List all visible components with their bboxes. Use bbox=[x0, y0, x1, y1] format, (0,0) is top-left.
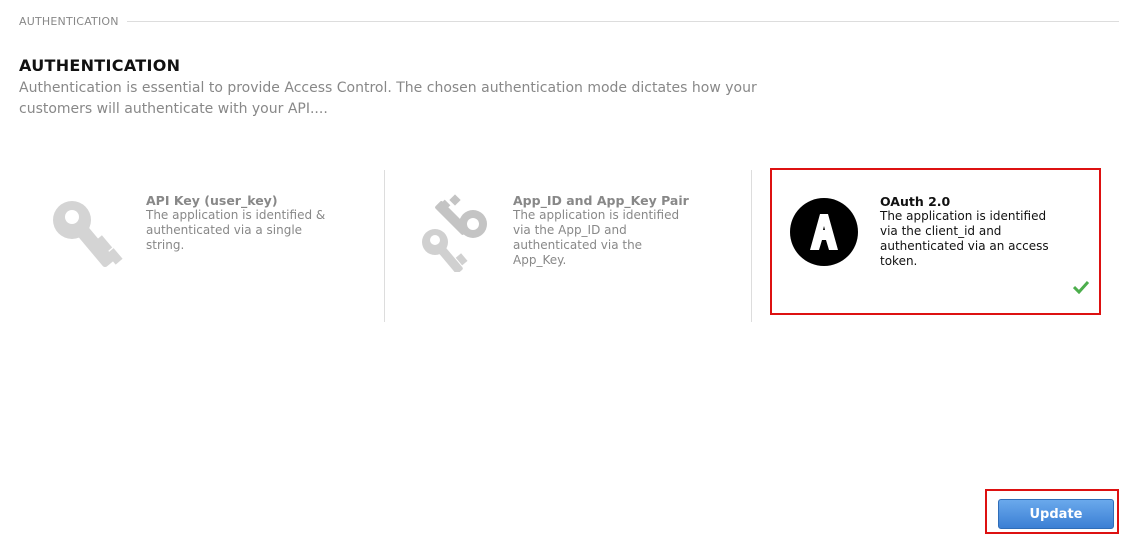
auth-option-app-id-key-pair[interactable]: App_ID and App_Key Pair The application … bbox=[384, 170, 752, 322]
option-text: API Key (user_key) The application is id… bbox=[146, 193, 326, 253]
option-title: API Key (user_key) bbox=[146, 193, 278, 208]
authentication-page: AUTHENTICATION AUTHENTICATION Authentica… bbox=[0, 0, 1131, 544]
auth-option-api-key[interactable]: API Key (user_key) The application is id… bbox=[18, 170, 384, 322]
key-pair-icon bbox=[417, 192, 497, 274]
update-service-button[interactable]: Update Service bbox=[998, 499, 1114, 544]
option-description: The application is identified via the Ap… bbox=[513, 208, 680, 267]
option-text: App_ID and App_Key Pair The application … bbox=[513, 193, 693, 268]
section-title: AUTHENTICATION bbox=[19, 56, 181, 75]
fieldset-legend-row: AUTHENTICATION bbox=[19, 14, 1119, 30]
checkmark-icon bbox=[1072, 279, 1090, 295]
option-description: The application is identified & authenti… bbox=[146, 208, 326, 252]
legend-divider bbox=[19, 21, 1119, 22]
key-icon bbox=[50, 192, 130, 272]
selected-option-highlight bbox=[770, 168, 1101, 315]
option-title: App_ID and App_Key Pair bbox=[513, 193, 689, 208]
section-description: Authentication is essential to provide A… bbox=[19, 80, 757, 117]
fieldset-legend: AUTHENTICATION bbox=[19, 14, 127, 30]
